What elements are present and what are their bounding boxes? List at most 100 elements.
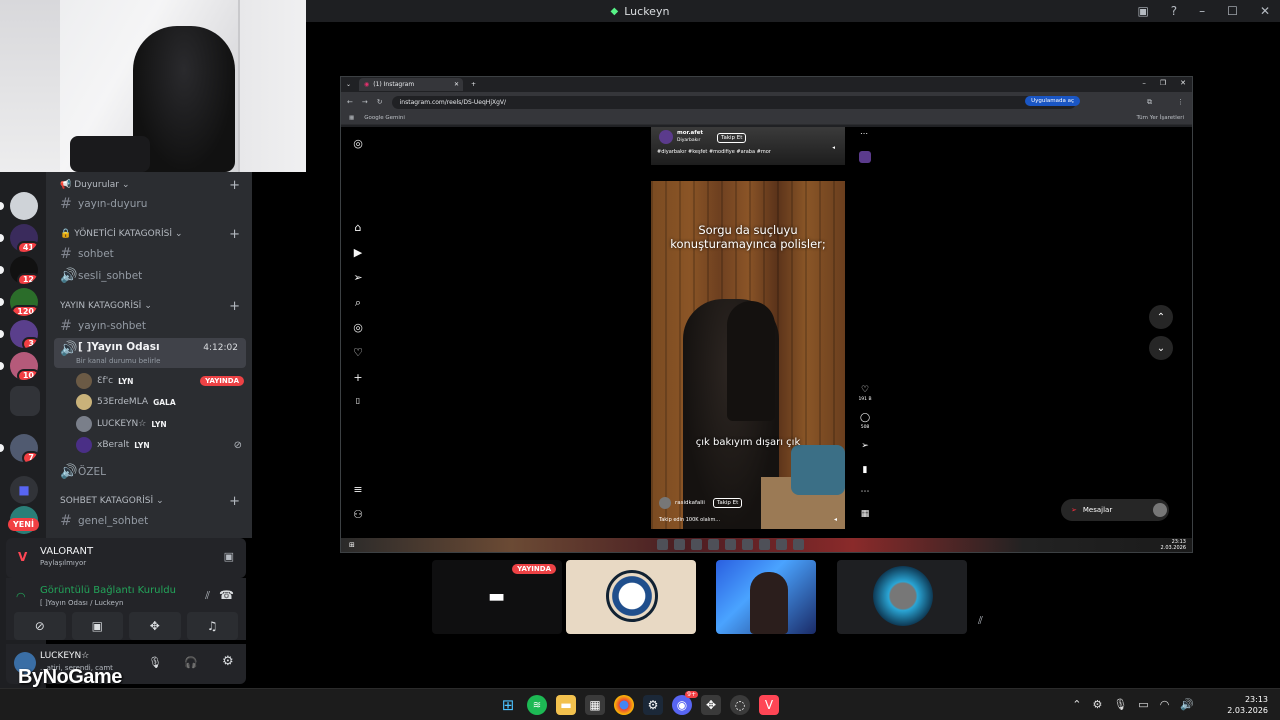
category-stream[interactable]: YAYIN KATAGORİSİ ⌄ + [60, 299, 240, 314]
open-in-app-button[interactable]: Uygulamada aç [1025, 96, 1080, 106]
voice-channel[interactable]: [ ]Yayın Odası / Luckeyn [40, 599, 123, 607]
close-tab-icon[interactable]: ✕ [454, 81, 459, 88]
chrome-icon[interactable] [614, 695, 634, 715]
category-chat[interactable]: SOHBET KATAGORİSİ ⌄ + [60, 494, 240, 509]
minimize-button[interactable]: – [1199, 4, 1205, 18]
home-icon[interactable]: ⌂ [351, 221, 365, 234]
camera-off-button[interactable]: ⊘ [14, 612, 66, 640]
noise-suppression-icon[interactable]: ⫽ [205, 589, 210, 603]
activities-button[interactable]: ✥ [129, 612, 181, 640]
next-reel-button[interactable]: ⌄ [1149, 336, 1173, 360]
save-icon[interactable]: ▮ [855, 465, 875, 475]
channel-yayin-sohbet[interactable]: # yayın-sohbet [60, 318, 246, 334]
app-icon[interactable]: ◌ [730, 695, 750, 715]
category-admin[interactable]: 🔒 YÖNETİCİ KATAGORİSİ ⌄ + [60, 227, 240, 242]
follow-button[interactable]: Takip Et [712, 498, 743, 508]
valorant-icon[interactable]: V [759, 695, 779, 715]
server-folder[interactable] [10, 386, 40, 416]
search-icon[interactable]: ⌕ [351, 296, 365, 310]
file-explorer-icon[interactable]: ▬ [556, 695, 576, 715]
channel-sesli-sohbet[interactable]: 🔊 sesli_sohbet [60, 268, 246, 284]
muted-icon[interactable]: ⫽ [978, 614, 983, 628]
inbox-icon[interactable]: ▣ [1137, 4, 1148, 18]
forward-icon[interactable]: → [362, 98, 368, 106]
add-channel-icon[interactable]: + [229, 178, 240, 193]
volume-icon[interactable]: ◂ [832, 145, 835, 151]
participant-tile[interactable] [566, 560, 696, 634]
settings-icon[interactable]: ⚙ [222, 654, 234, 669]
participant-tile-stream[interactable]: YAYINDA ▬ [432, 560, 562, 634]
new-tab-icon[interactable]: + [471, 81, 476, 88]
minimize-icon[interactable]: – [1142, 79, 1146, 87]
share-icon[interactable]: ➢ [855, 441, 875, 451]
help-icon[interactable]: ? [1171, 4, 1177, 18]
store-icon[interactable]: ▦ [585, 695, 605, 715]
tab-search-icon[interactable]: ⌄ [346, 81, 351, 88]
disconnect-icon[interactable]: ☎ [219, 588, 234, 602]
comment-icon[interactable]: ◯ [855, 413, 875, 423]
like-icon[interactable]: ♡ [855, 385, 875, 395]
volume-icon[interactable]: 🔊 [1180, 698, 1194, 711]
microphone-icon[interactable]: 🎙 [1113, 698, 1127, 711]
server-icon[interactable]: 41 [10, 224, 38, 252]
audio-thumbnail[interactable]: ▦ [855, 509, 875, 519]
add-channel-icon[interactable]: + [229, 494, 240, 509]
add-channel-icon[interactable]: + [229, 227, 240, 242]
previous-reel-button[interactable]: ⌃ [1149, 305, 1173, 329]
address-bar[interactable]: instagram.com/reels/DS-UeqHjXgV/ [391, 95, 1076, 109]
server-icon[interactable]: 3 [10, 320, 38, 348]
voice-user[interactable]: xBeralt LYN ⊘ [76, 437, 246, 453]
more-options-icon[interactable]: ⋯ [855, 487, 875, 497]
headphones-icon[interactable]: 🎧 [184, 656, 198, 669]
reload-icon[interactable]: ↻ [377, 98, 383, 106]
shared-screen-browser[interactable]: ⌄ ◉ (1) Instagram ✕ + – ❐ ✕ ← → ↻ instag… [340, 76, 1193, 553]
server-icon[interactable] [10, 192, 38, 220]
chevron-up-icon[interactable]: ⌃ [1072, 698, 1081, 711]
voice-user[interactable]: LUCKEYN☆ LYN [76, 416, 246, 432]
close-button[interactable]: ✕ [1260, 4, 1270, 18]
explore-icon[interactable]: ◎ [351, 321, 365, 334]
restore-icon[interactable]: ❐ [1160, 79, 1166, 87]
category-announcements[interactable]: 📢 Duyurular ⌄ + [60, 178, 240, 193]
participant-tile-camera[interactable] [716, 560, 816, 634]
back-icon[interactable]: ← [347, 98, 353, 106]
voice-user[interactable]: Ɛf'c LYN YAYINDA [76, 373, 246, 389]
browser-tab[interactable]: ◉ (1) Instagram ✕ [359, 78, 463, 91]
close-icon[interactable]: ✕ [1180, 79, 1186, 87]
voice-user[interactable]: 53ErdeMLA GALA [76, 394, 246, 410]
bookmark-gemini[interactable]: Google Gemini [364, 115, 405, 121]
wifi-icon[interactable]: ◠ [1160, 698, 1170, 711]
instagram-logo-icon[interactable]: ◎ [351, 137, 365, 150]
audio-thumbnail[interactable] [859, 151, 871, 163]
channel-genel-sohbet[interactable]: # genel_sohbet [60, 513, 246, 529]
channel-ozel[interactable]: 🔊 ÖZEL [60, 464, 246, 480]
steam-tray-icon[interactable]: ⚙ [1092, 698, 1102, 711]
screen-share-button[interactable]: ▣ [71, 612, 123, 640]
channel-yayin-duyuru[interactable]: # yayın-duyuru [60, 196, 246, 212]
screen-share-icon[interactable]: ▣ [224, 550, 234, 563]
also-from-meta-icon[interactable]: ⚇ [351, 508, 365, 521]
folder-icon[interactable]: ■ [10, 476, 38, 504]
app-icon[interactable]: ✥ [701, 695, 721, 715]
notifications-icon[interactable]: ♡ [351, 346, 365, 359]
mute-icon[interactable]: ◂ [834, 516, 837, 523]
current-reel[interactable]: Sorgu da suçluyu konuşturamayınca polisl… [651, 181, 845, 529]
server-icon[interactable]: 10 [10, 352, 38, 380]
network-icon[interactable]: ▭ [1138, 698, 1148, 711]
all-bookmarks[interactable]: Tüm Yer İşaretleri [1137, 115, 1184, 121]
reels-icon[interactable]: ▶ [351, 246, 365, 259]
extensions-icon[interactable]: ⧉ [1147, 98, 1152, 107]
windows-start-icon[interactable]: ⊞ [498, 695, 518, 715]
dashboard-icon[interactable]: ▯ [351, 396, 365, 405]
previous-reel[interactable]: mor.afet Diyarbakır Takip Et #diyarbakır… [651, 127, 845, 165]
maximize-button[interactable]: ☐ [1227, 4, 1238, 18]
apps-icon[interactable]: ▦ [349, 115, 354, 121]
menu-icon[interactable]: ⋮ [1177, 98, 1184, 106]
reel-description[interactable]: Takip edin 100K olalım... [659, 517, 720, 523]
server-icon[interactable]: 120 [10, 288, 38, 316]
create-icon[interactable]: + [351, 371, 365, 384]
participant-tile[interactable] [837, 560, 967, 634]
spotify-icon[interactable]: ≋ [527, 695, 547, 715]
channel-status[interactable]: Bir kanal durumu belirle [76, 357, 160, 365]
server-icon[interactable]: 12 [10, 256, 38, 284]
